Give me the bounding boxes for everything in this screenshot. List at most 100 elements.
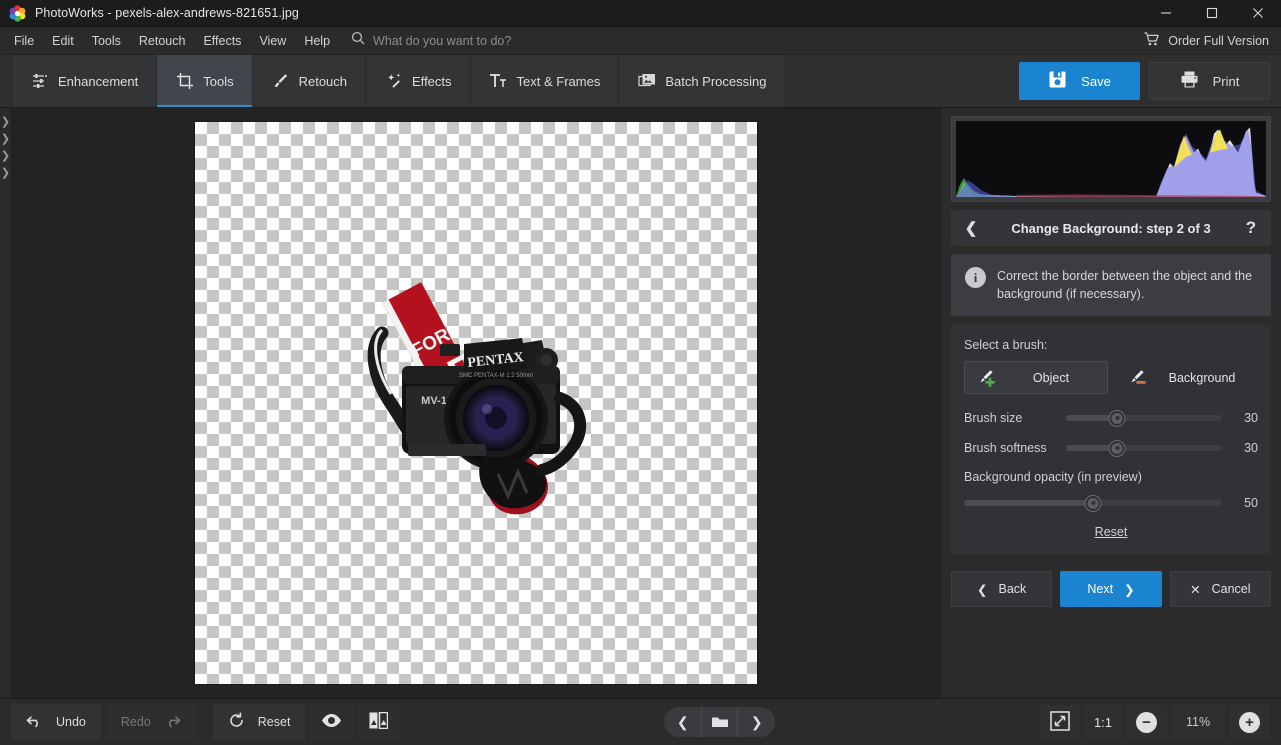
menu-file[interactable]: File: [5, 27, 43, 55]
chevron-right-icon[interactable]: ❯: [0, 165, 11, 182]
menu-bar: File Edit Tools Retouch Effects View Hel…: [0, 27, 1281, 55]
fit-to-screen-icon: [1050, 711, 1070, 734]
tab-label: Batch Processing: [665, 74, 766, 89]
minus-circle-icon: −: [1136, 712, 1157, 733]
redo-arrow-icon: [164, 714, 181, 731]
menu-tools[interactable]: Tools: [83, 27, 130, 55]
preview-eye-button[interactable]: [310, 704, 353, 740]
reset-circular-arrow-icon: [228, 712, 245, 732]
slider-thumb[interactable]: [1110, 441, 1125, 456]
tab-label: Text & Frames: [517, 74, 601, 89]
canvas-area[interactable]: FOR PE: [11, 108, 940, 698]
menu-effects[interactable]: Effects: [194, 27, 250, 55]
main-body: ❯ ❯ ❯ ❯: [0, 108, 1281, 698]
question-mark-icon[interactable]: ?: [1241, 218, 1261, 238]
next-file-button[interactable]: ❯: [738, 707, 775, 737]
brush-size-label: Brush size: [964, 411, 1056, 425]
image-canvas[interactable]: FOR PE: [195, 122, 757, 684]
slider-fill: [964, 500, 1093, 506]
redo-button[interactable]: Redo: [106, 704, 196, 740]
plus-circle-icon: +: [1239, 712, 1260, 733]
eye-icon: [321, 713, 342, 731]
info-box: i Correct the border between the object …: [951, 254, 1271, 316]
brush-softness-label: Brush softness: [964, 441, 1056, 455]
reset-link[interactable]: Reset: [964, 525, 1258, 539]
before-after-compare-button[interactable]: [358, 704, 399, 740]
menu-retouch[interactable]: Retouch: [130, 27, 195, 55]
file-navigation: ❮ ❯: [664, 707, 775, 737]
tab-tools[interactable]: Tools: [157, 55, 252, 107]
cancel-button[interactable]: ✕ Cancel: [1170, 571, 1271, 607]
back-label: Back: [999, 582, 1027, 596]
zoom-in-button[interactable]: +: [1229, 705, 1270, 739]
title-bar: PhotoWorks - pexels-alex-andrews-821651.…: [0, 0, 1281, 27]
chevron-left-icon: ❮: [977, 582, 987, 597]
tab-label: Effects: [412, 74, 452, 89]
menu-edit[interactable]: Edit: [43, 27, 83, 55]
brush-background-label: Background: [1156, 371, 1248, 385]
tab-label: Enhancement: [58, 74, 138, 89]
minimize-icon[interactable]: [1143, 0, 1189, 27]
chevron-right-icon[interactable]: ❯: [0, 114, 11, 131]
close-icon: ✕: [1190, 582, 1200, 597]
tab-label: Retouch: [299, 74, 347, 89]
tab-bar: Enhancement Tools Retouch: [0, 55, 1281, 108]
maximize-icon[interactable]: [1189, 0, 1235, 27]
tab-bar-spacer: [786, 55, 1020, 107]
photoworks-flower-icon: [9, 5, 26, 22]
search-icon: [351, 31, 365, 50]
zoom-out-button[interactable]: −: [1126, 705, 1167, 739]
panel-title: Change Background: step 2 of 3: [981, 221, 1241, 236]
chevron-right-icon[interactable]: ❯: [0, 148, 11, 165]
info-text: Correct the border between the object an…: [997, 267, 1257, 303]
tab-text-and-frames[interactable]: Text & Frames: [471, 55, 620, 107]
window-title: PhotoWorks - pexels-alex-andrews-821651.…: [35, 6, 299, 20]
fit-to-screen-button[interactable]: [1040, 705, 1080, 739]
brush-object-button[interactable]: Object: [964, 361, 1108, 394]
slider-thumb[interactable]: [1110, 411, 1125, 426]
reset-button[interactable]: Reset: [213, 704, 306, 740]
back-button[interactable]: ❮ Back: [951, 571, 1052, 607]
crop-icon: [175, 72, 194, 91]
brush-minus-icon: [1126, 368, 1148, 388]
before-after-compare-icon: [369, 712, 388, 732]
tab-label: Tools: [203, 74, 233, 89]
print-label: Print: [1213, 74, 1240, 89]
close-icon[interactable]: [1235, 0, 1281, 27]
folder-icon[interactable]: [701, 707, 738, 737]
brush-background-button[interactable]: Background: [1116, 361, 1258, 394]
zoom-controls: 1:1 − 11% +: [1040, 705, 1270, 739]
chevron-left-icon[interactable]: ❮: [961, 219, 981, 237]
actual-size-button[interactable]: 1:1: [1084, 705, 1122, 739]
svg-text:PE: PE: [415, 343, 487, 411]
brush-section-label: Select a brush:: [964, 338, 1258, 352]
save-button[interactable]: Save: [1019, 62, 1140, 100]
tab-effects[interactable]: Effects: [366, 55, 471, 107]
menu-view[interactable]: View: [250, 27, 295, 55]
brush-icon: [271, 72, 290, 91]
prev-file-button[interactable]: ❮: [664, 707, 701, 737]
undo-arrow-icon: [26, 714, 43, 731]
printer-icon: [1180, 70, 1199, 92]
background-opacity-slider[interactable]: [964, 495, 1222, 511]
tab-batch-processing[interactable]: Batch Processing: [619, 55, 785, 107]
slider-thumb[interactable]: [1086, 496, 1101, 511]
zoom-level-value[interactable]: 11%: [1171, 705, 1225, 739]
brush-size-slider[interactable]: [1066, 410, 1222, 426]
tab-retouch[interactable]: Retouch: [253, 55, 366, 107]
brush-size-value: 30: [1232, 411, 1258, 425]
svg-text:FOR: FOR: [408, 324, 454, 362]
wizard-buttons: ❮ Back Next ❯ ✕ Cancel: [951, 571, 1271, 607]
next-button[interactable]: Next ❯: [1060, 571, 1161, 607]
magic-wand-icon: [384, 72, 403, 91]
order-full-version-button[interactable]: Order Full Version: [1144, 32, 1269, 49]
svg-text:MV-1: MV-1: [421, 395, 447, 407]
chevron-right-icon[interactable]: ❯: [0, 131, 11, 148]
undo-button[interactable]: Undo: [11, 704, 101, 740]
print-button[interactable]: Print: [1149, 62, 1270, 100]
menu-help[interactable]: Help: [295, 27, 339, 55]
search-input[interactable]: [373, 34, 603, 48]
tab-enhancement[interactable]: Enhancement: [11, 55, 157, 107]
brush-softness-slider[interactable]: [1066, 440, 1222, 456]
chevron-right-icon: ❯: [1124, 582, 1134, 597]
